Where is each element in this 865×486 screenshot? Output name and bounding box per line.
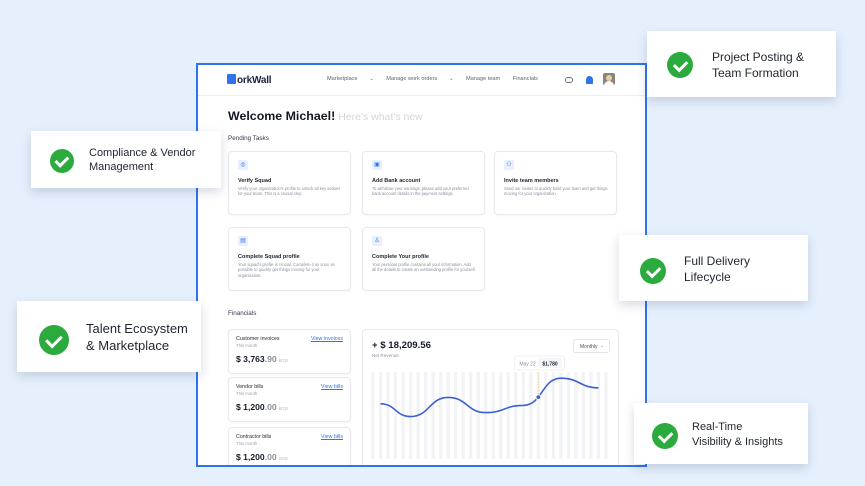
card-period: This month xyxy=(236,343,258,348)
callout-label: Project Posting & Team Formation xyxy=(712,50,805,80)
nav-manage-work-orders[interactable]: Manage work orders ⌄ xyxy=(386,76,453,82)
logo-text: orkWall xyxy=(237,75,272,86)
workwall-logo[interactable]: orkWall xyxy=(227,74,272,86)
view-invoices-link[interactable]: View invoices xyxy=(311,336,343,342)
check-circle-icon xyxy=(39,325,69,355)
task-title: Complete Squad profile xyxy=(238,254,300,260)
task-card-complete-your-profile[interactable]: ♙ Complete Your profile Your personal pr… xyxy=(362,227,485,291)
callout-compliance: Compliance & Vendor Management xyxy=(31,131,221,188)
check-circle-icon xyxy=(50,149,74,173)
page-title: Welcome Michael! Here's what's new xyxy=(228,109,423,123)
callout-label: Talent Ecosystem & Marketplace xyxy=(86,321,188,353)
callout-project-posting: Project Posting & Team Formation xyxy=(647,31,836,97)
highlight-point xyxy=(535,394,542,401)
task-title: Verify Squad xyxy=(238,178,272,184)
nav-financials[interactable]: Financials xyxy=(513,76,538,82)
contractor-bills-card: Contractor bills This month View bills $… xyxy=(228,427,351,465)
task-description: To withdraw your earnings, please add yo… xyxy=(372,186,469,197)
bell-icon[interactable] xyxy=(586,76,593,84)
nav-manage-team[interactable]: Manage team xyxy=(466,76,500,82)
main-nav: Marketplace ⌄ Manage work orders ⌄ Manage … xyxy=(327,76,549,82)
check-circle-icon xyxy=(652,423,678,449)
vendor-bills-card: Vendor bills This month View bills $ 1,2… xyxy=(228,377,351,422)
card-title: Contractor bills xyxy=(236,434,272,440)
task-card-add-bank-account[interactable]: ▣ Add Bank account To withdraw your earn… xyxy=(362,151,485,215)
task-card-verify-squad[interactable]: ◎ Verify Squad Verify your organization'… xyxy=(228,151,351,215)
revenue-line xyxy=(380,377,599,418)
callout-delivery-lifecycle: Full Delivery Lifecycle xyxy=(619,235,808,301)
check-circle-icon xyxy=(667,52,693,78)
x-tick-label: 20 xyxy=(521,466,527,467)
card-period: This month xyxy=(236,441,258,446)
x-tick-label: 15 xyxy=(483,466,489,467)
callout-label: Full Delivery Lifecycle xyxy=(684,254,751,284)
x-tick-label: 05 xyxy=(408,466,414,467)
card-amount: $ 1,200.00 SGD xyxy=(236,402,288,412)
callout-real-time-insights: Real-Time Visibility & Insights xyxy=(634,403,808,464)
view-bills-link[interactable]: View bills xyxy=(321,434,343,440)
card-title: Customer invoices xyxy=(236,336,280,342)
task-card-complete-squad-profile[interactable]: ▤ Complete Squad profile Your squad's pr… xyxy=(228,227,351,291)
top-navbar: orkWall Marketplace ⌄ Manage work orders ⌄… xyxy=(198,65,645,96)
customer-invoices-card: Customer invoices This month View invoic… xyxy=(228,329,351,374)
net-revenue-chart: May 22 $1,780 01 05 10 15 20 25 30 xyxy=(371,355,608,467)
card-period: This month xyxy=(236,391,258,396)
callout-label: Compliance & Vendor Management xyxy=(89,147,196,173)
task-description: Your personal profile contains all your … xyxy=(372,262,476,273)
task-title: Add Bank account xyxy=(372,178,421,184)
callout-talent-ecosystem: Talent Ecosystem & Marketplace xyxy=(17,301,201,372)
x-tick-label: 25 xyxy=(558,466,564,467)
check-circle-icon xyxy=(640,258,666,284)
tooltip-value: $1,780 xyxy=(542,362,558,368)
pending-tasks-heading: Pending Tasks xyxy=(228,135,269,142)
card-amount: $ 1,200.00 SGD xyxy=(236,452,288,462)
net-revenue-card: + $ 18,209.56 Net Revenue Monthly ⌄ May 2… xyxy=(362,329,619,467)
bank-icon: ▣ xyxy=(372,160,382,170)
task-card-invite-team-members[interactable]: ⚇ Invite team members Send our invites t… xyxy=(494,151,617,215)
tooltip-date: May 22 xyxy=(519,362,536,368)
x-tick-label: 10 xyxy=(445,466,451,467)
x-tick-label: 30 xyxy=(596,466,602,467)
view-bills-link[interactable]: View bills xyxy=(321,384,343,390)
card-title: Vendor bills xyxy=(236,384,264,390)
task-description: Your squad's profile is crucial. Complet… xyxy=(238,262,335,278)
profile-icon: ▤ xyxy=(238,236,248,246)
task-title: Invite team members xyxy=(504,178,559,184)
shield-icon: ◎ xyxy=(238,160,248,170)
app-window: orkWall Marketplace ⌄ Manage work orders ⌄… xyxy=(196,63,647,467)
callout-label: Real-Time Visibility & Insights xyxy=(692,421,783,448)
logo-mark-icon xyxy=(227,74,236,84)
chevron-down-icon: ⌄ xyxy=(449,76,454,82)
users-icon: ⚇ xyxy=(504,160,514,170)
chevron-down-icon: ⌄ xyxy=(369,76,374,82)
user-icon: ♙ xyxy=(372,236,382,246)
x-tick-label: 01 xyxy=(378,466,384,467)
chat-icon[interactable] xyxy=(565,77,573,83)
card-amount: $ 3,763.90 SGD xyxy=(236,354,288,364)
avatar[interactable] xyxy=(603,73,615,85)
task-title: Complete Your profile xyxy=(372,254,429,260)
financials-heading: Financials xyxy=(228,310,257,317)
task-description: Send our invites to quickly build your t… xyxy=(504,186,608,197)
nav-marketplace[interactable]: Marketplace ⌄ xyxy=(327,76,374,82)
page-subtitle: Here's what's new xyxy=(338,111,423,123)
task-description: Verify your organization's profile to un… xyxy=(238,186,341,197)
